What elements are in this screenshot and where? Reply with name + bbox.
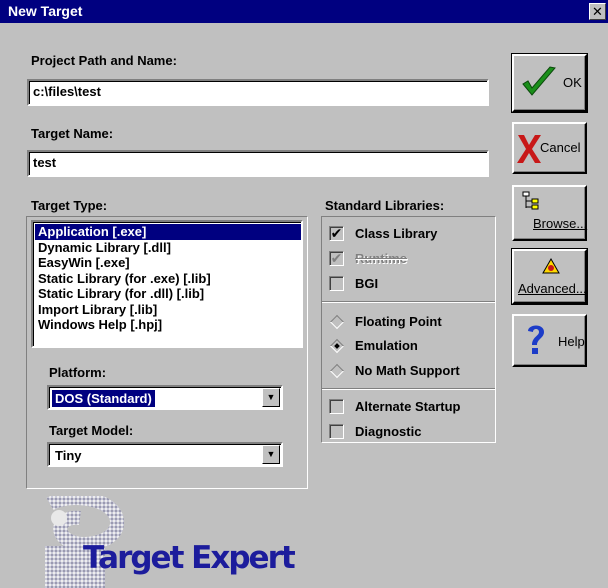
platform-label: Platform: <box>49 365 107 380</box>
advanced-button[interactable]: Advanced... <box>511 248 588 305</box>
list-item[interactable]: Static Library (for .exe) [.lib] <box>35 271 301 287</box>
browse-tree-icon <box>522 191 539 210</box>
list-item[interactable]: Import Library [.lib] <box>35 302 301 318</box>
help-label: Help <box>558 334 585 349</box>
target-model-select[interactable]: Tiny ▼ <box>47 442 283 467</box>
standard-libraries-label: Standard Libraries: <box>325 198 445 213</box>
floating-point-radio[interactable]: Floating Point <box>329 312 489 332</box>
checkbox-box-icon <box>329 424 344 439</box>
window-title: New Target <box>8 3 83 19</box>
browse-button[interactable]: Browse... <box>512 185 587 241</box>
target-model-label: Target Model: <box>49 423 134 438</box>
checkbox-box-icon <box>329 399 344 414</box>
no-math-support-radio[interactable]: No Math Support <box>329 361 489 381</box>
radio-diamond-icon <box>329 363 345 379</box>
emulation-label: Emulation <box>355 338 418 353</box>
dropdown-arrow-icon[interactable]: ▼ <box>262 445 280 464</box>
alternate-startup-checkbox[interactable]: Alternate Startup <box>329 397 489 417</box>
help-button[interactable]: Help <box>512 314 587 367</box>
floating-point-label: Floating Point <box>355 314 442 329</box>
target-expert-logo: Target Expert <box>45 496 295 588</box>
cancel-x-icon <box>517 135 541 163</box>
project-path-label: Project Path and Name: <box>31 53 177 68</box>
list-item[interactable]: Application [.exe] <box>35 224 301 240</box>
platform-select[interactable]: DOS (Standard) ▼ <box>47 385 283 410</box>
checkmark-icon <box>522 66 556 96</box>
bgi-label: BGI <box>355 276 379 291</box>
project-path-input[interactable]: c:\files\test <box>27 79 489 106</box>
diagnostic-label: Diagnostic <box>355 424 422 439</box>
radio-selected-icon <box>329 338 345 354</box>
close-button[interactable]: ✕ <box>589 3 606 20</box>
checkbox-box-icon <box>329 276 344 291</box>
list-item[interactable]: EasyWin [.exe] <box>35 255 301 271</box>
list-item[interactable]: Windows Help [.hpj] <box>35 317 301 333</box>
alternate-startup-label: Alternate Startup <box>355 399 461 414</box>
no-math-support-label: No Math Support <box>355 363 460 378</box>
target-type-list[interactable]: Application [.exe] Dynamic Library [.dll… <box>31 220 303 348</box>
diagnostic-checkbox[interactable]: Diagnostic <box>329 422 489 442</box>
ok-label: OK <box>563 75 582 90</box>
cancel-button[interactable]: Cancel <box>512 122 587 174</box>
title-bar: New Target ✕ <box>0 0 608 23</box>
target-name-label: Target Name: <box>31 126 114 141</box>
radio-diamond-icon <box>329 314 345 330</box>
bgi-checkbox[interactable]: BGI <box>329 274 489 294</box>
target-name-input[interactable]: test <box>27 150 489 177</box>
list-item[interactable]: Dynamic Library [.dll] <box>35 240 301 256</box>
browse-label: Browse... <box>533 216 588 231</box>
runtime-label: Runtime <box>355 251 407 266</box>
divider <box>322 388 495 390</box>
advanced-warning-icon <box>542 258 560 274</box>
help-question-icon <box>528 325 544 354</box>
cancel-label: Cancel <box>540 140 581 155</box>
class-library-label: Class Library <box>355 226 438 241</box>
divider <box>322 301 495 303</box>
new-target-dialog: New Target ✕ Project Path and Name: c:\f… <box>0 0 608 588</box>
platform-value: DOS (Standard) <box>52 390 155 407</box>
target-type-label: Target Type: <box>31 198 108 213</box>
dropdown-arrow-icon[interactable]: ▼ <box>262 388 280 407</box>
advanced-label: Advanced... <box>518 281 587 296</box>
class-library-checkbox[interactable]: ✔ Class Library <box>329 224 489 244</box>
runtime-checkbox: ✔ Runtime <box>329 249 489 269</box>
list-item[interactable]: Static Library (for .dll) [.lib] <box>35 286 301 302</box>
checkbox-check-icon: ✔ <box>329 225 344 241</box>
emulation-radio[interactable]: Emulation <box>329 336 489 356</box>
checkbox-check-icon: ✔ <box>329 250 344 266</box>
logo-text: Target Expert <box>83 540 295 576</box>
ok-button[interactable]: OK <box>511 53 588 113</box>
target-model-value: Tiny <box>55 448 82 463</box>
